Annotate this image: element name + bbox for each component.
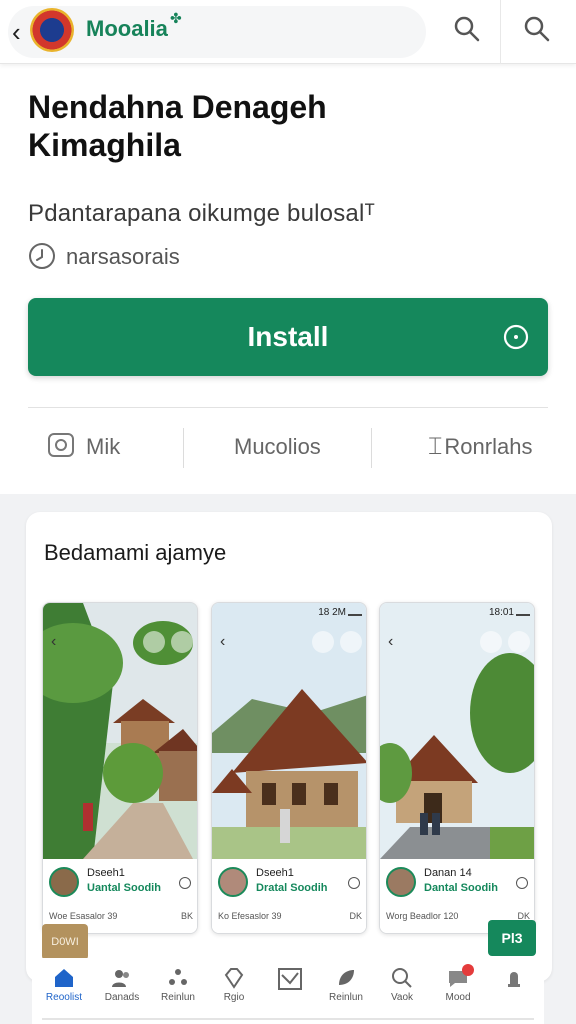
nav-label: Vaok [390,992,414,1003]
nav-label: Reoolist [45,992,83,1003]
diamond-icon [224,968,244,989]
camera-icon [46,429,76,465]
status-bar: 18:01 [380,603,534,621]
share-icon [312,631,334,653]
install-button[interactable]: Install [28,298,548,376]
top-app-bar: ‹ Mooalia ✤ [0,0,576,64]
nav-item-profile[interactable] [484,958,544,1018]
right-chip[interactable]: Pl3 [488,920,536,956]
profile-icon [508,972,520,987]
avatar [218,867,248,897]
cursor-icon: ⌶ [428,433,443,460]
user-subtitle: Uantal Soodih [87,882,161,894]
stat-label: Mucolios [234,434,321,459]
footer-tag: DK [349,911,362,921]
avatar [49,867,79,897]
nav-item-home[interactable]: Reoolist [34,958,94,1018]
nav-label: Reinlun [161,992,195,1003]
people-icon [112,970,129,987]
screenshots-card: Bedamami ajamye ‹ Dseeh1 Uantal Soodih W… [26,512,552,982]
notification-badge [462,964,474,976]
user-name: Dseeh1 [256,867,294,879]
nav-item-diamond[interactable]: Rgio [204,958,264,1018]
user-subtitle: Dantal Soodih [424,882,498,894]
divider [42,1018,534,1020]
status-icon [348,877,360,889]
stat-item[interactable]: ⌶ Ronrlahs [428,420,532,474]
stat-item[interactable]: Mucolios [234,420,321,474]
app-name: Mooalia [86,16,168,41]
footer-text: Worg Beadlor 120 [386,911,459,921]
back-icon: ‹ [220,633,226,650]
nav-label: Mood [445,992,471,1003]
screenshot-info: Dseeh1 Uantal Soodih Woe Esasalor 39 BK [43,859,197,933]
status-icon [516,877,528,889]
divider [371,428,372,468]
menu-icon [171,631,193,653]
leaf-icon [339,970,354,985]
mail-icon [278,968,302,990]
divider [500,0,501,64]
nav-item-people[interactable]: Danads [92,958,152,1018]
stat-label: Mik [86,434,121,459]
stat-item[interactable]: Mik [46,420,120,474]
screenshot-thumbnail[interactable]: ‹ Dseeh1 Uantal Soodih Woe Esasalor 39 B… [42,602,198,934]
status-time: 18 2M [318,607,346,618]
stat-label: Ronrlahs [444,434,533,459]
search-icon [392,968,412,988]
nav-item-apps[interactable]: Reinlun [148,958,208,1018]
signal-icon [516,608,530,616]
leaf-icon: ✤ [170,10,182,26]
left-chip[interactable]: D0WI [42,924,88,960]
user-subtitle: Dratal Soodih [256,882,328,894]
back-icon[interactable]: ‹ [12,18,32,46]
nav-item-search[interactable]: Vaok [372,958,432,1018]
back-icon: ‹ [51,633,57,650]
status-time: 18:01 [488,607,514,618]
footer-text: Ko Efesaslor 39 [218,911,282,921]
nav-item-mail[interactable] [260,958,320,1018]
footer-text: Woe Esasalor 39 [49,911,118,921]
menu-icon [340,631,362,653]
clock-icon [28,242,56,275]
page-title: Nendahna Denageh Kimaghila [28,89,327,163]
section-title: Bedamami ajamye [44,540,227,565]
screenshot-thumbnail[interactable]: 18:01 ‹ Danan 14 Dantal Soodih Worg Bead… [379,602,535,934]
app-logo [30,8,74,52]
status-bar: 18 2M [212,603,366,621]
signal-icon [348,608,362,616]
heart-icon [480,631,502,653]
screenshot-thumbnail[interactable]: 18 2M ‹ Dseeh1 Dratal Soodih Ko Efesaslo… [211,602,367,934]
avatar [386,867,416,897]
developer-subtitle: Pdantarapana oikumge bulosalᵀ [28,200,376,227]
info-icon[interactable] [502,323,530,358]
nav-label: Danads [104,992,140,1003]
nav-item-chat[interactable]: Mood [428,958,488,1018]
user-name: Dseeh1 [87,867,125,879]
footer-tag: BK [180,911,193,921]
install-label: Install [247,321,329,352]
back-icon: ‹ [388,633,394,650]
nav-label: Reinlun [329,992,363,1003]
screenshot-info: Dseeh1 Dratal Soodih Ko Efesaslor 39 DK [212,859,366,933]
user-name: Danan 14 [424,867,472,879]
home-icon [55,969,73,987]
divider [183,428,184,468]
share-icon [143,631,165,653]
nav-label: Rgio [223,992,245,1003]
search-icon[interactable] [522,14,552,49]
stats-row: Mik Mucolios ⌶ Ronrlahs [0,420,576,474]
search-icon[interactable] [452,14,482,49]
apps-icon [169,969,187,985]
status-icon [179,877,191,889]
bottom-nav: Reoolist Danads Reinlun Rgio Reinlun Vao… [32,958,544,1024]
nav-item-leaf[interactable]: Reinlun [316,958,376,1018]
menu-icon [508,631,530,653]
meta-text: narsasorais [66,244,180,269]
divider [28,407,548,408]
